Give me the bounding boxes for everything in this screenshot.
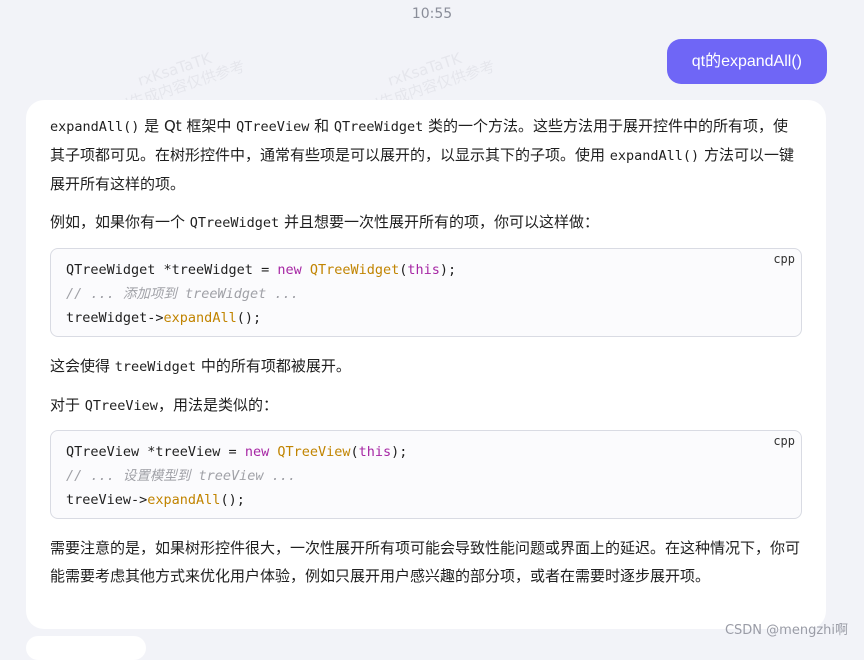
code-language-label: cpp [773, 252, 795, 266]
assistant-answer-card: expandAll() 是 Qt 框架中 QTreeView 和 QTreeWi… [26, 100, 826, 629]
code-language-label: cpp [773, 434, 795, 448]
answer-paragraph-note: 需要注意的是，如果树形控件很大，一次性展开所有项可能会导致性能问题或界面上的延迟… [50, 539, 801, 585]
answer-paragraph-result: 这会使得 treeWidget 中的所有项都被展开。 [50, 357, 351, 375]
code-line: QTreeWidget *treeWidget = new QTreeWidge… [66, 262, 457, 278]
code-comment-line: // ... 添加项到 treeWidget ... [66, 286, 299, 302]
code-comment-line: // ... 设置模型到 treeView ... [66, 468, 297, 484]
answer-paragraph-treeview: 对于 QTreeView，用法是类似的： [50, 396, 278, 414]
code-line: treeWidget->expandAll(); [66, 310, 262, 326]
answer-paragraph-intro: expandAll() 是 Qt 框架中 QTreeView 和 QTreeWi… [50, 117, 794, 193]
answer-paragraph-example: 例如，如果你有一个 QTreeWidget 并且想要一次性展开所有的项，你可以这… [50, 213, 599, 231]
csdn-credit: CSDN @mengzhi啊 [724, 623, 848, 638]
next-message-bubble [26, 636, 146, 660]
code-block-treewidget[interactable]: cpp QTreeWidget *treeWidget = new QTreeW… [50, 248, 802, 337]
user-message-bubble: qt的expandAll() [666, 39, 827, 84]
code-block-treeview[interactable]: cpp QTreeView *treeView = new QTreeView(… [50, 430, 802, 519]
code-line: QTreeView *treeView = new QTreeView(this… [66, 444, 408, 460]
user-message-text: qt的expandAll() [691, 53, 802, 70]
code-line: treeView->expandAll(); [66, 492, 245, 508]
status-time: 10:55 [411, 6, 453, 22]
